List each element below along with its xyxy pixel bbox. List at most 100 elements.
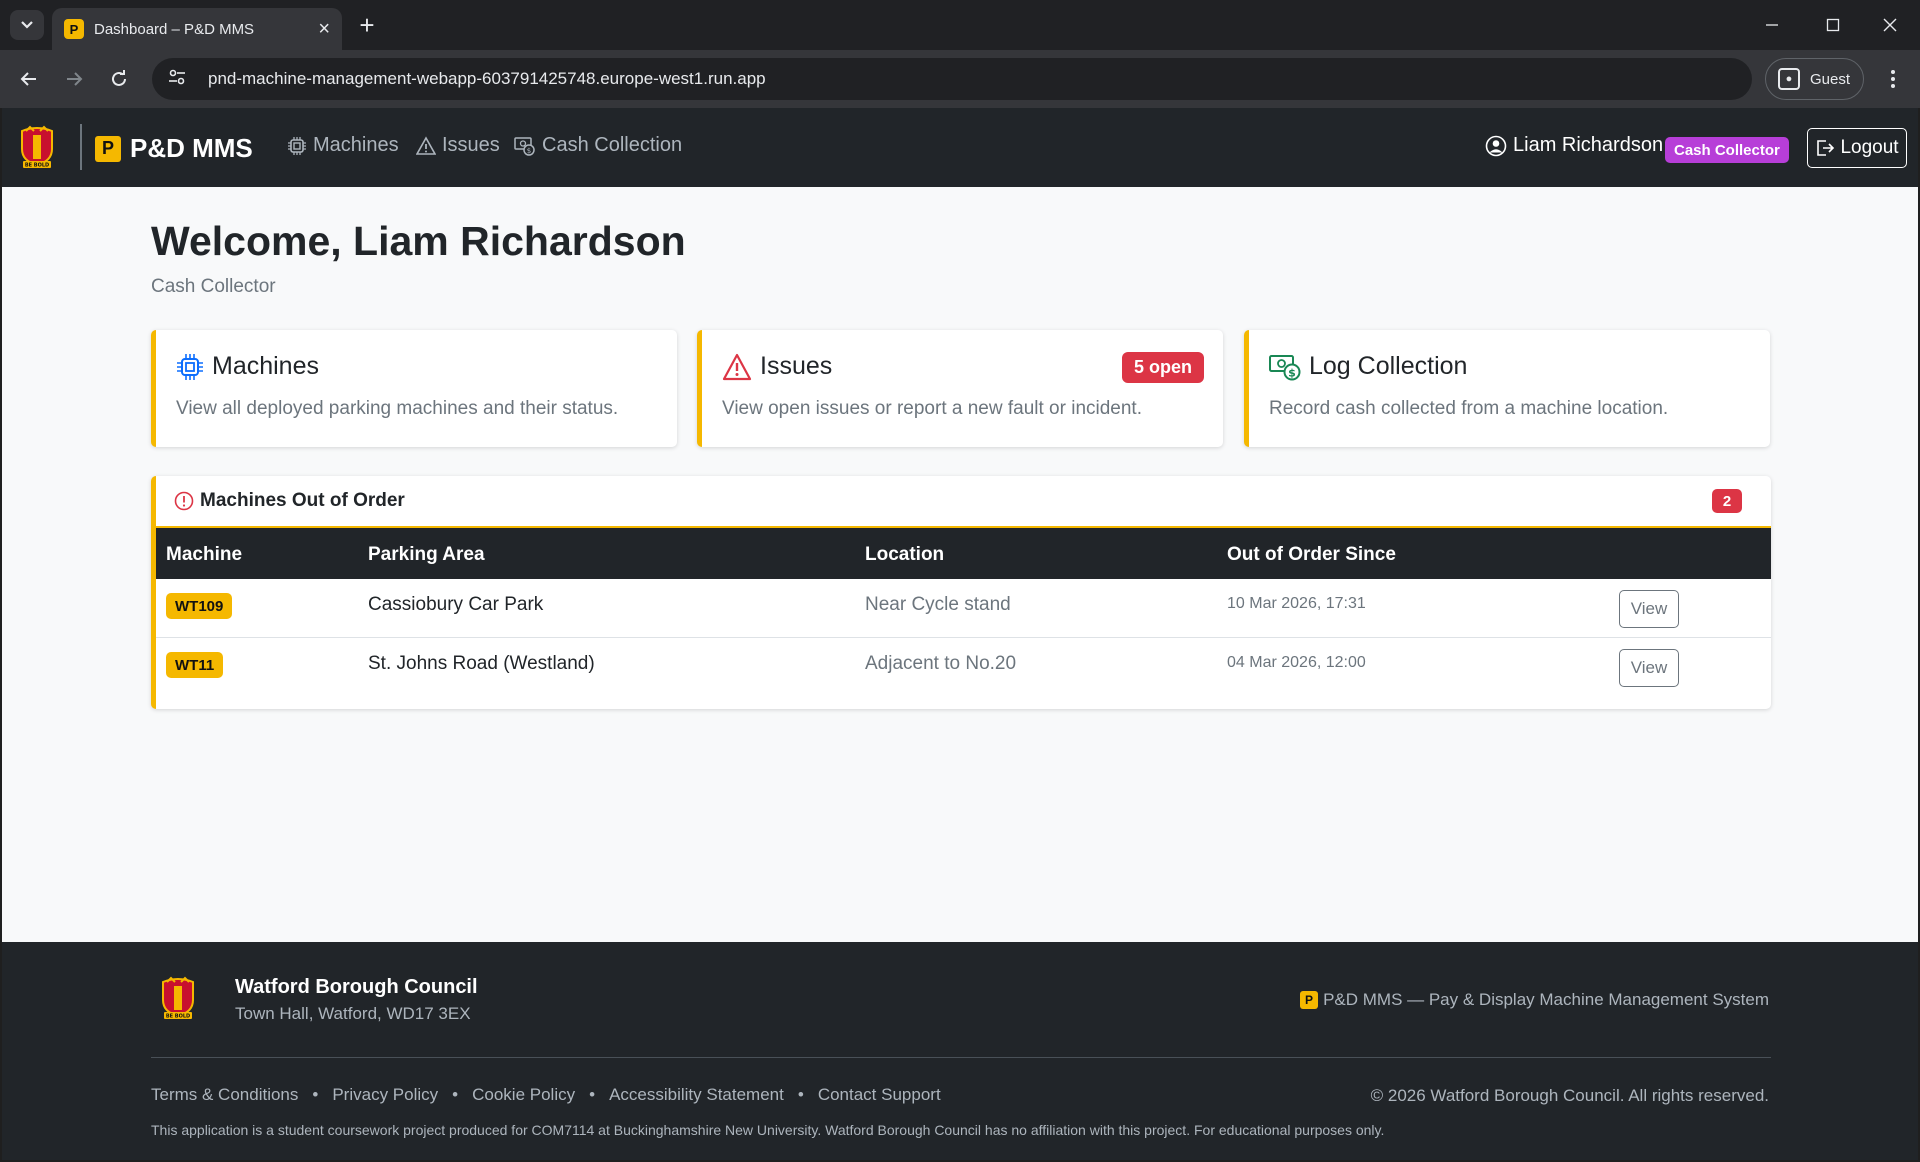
council-crest-logo: BE BOLD bbox=[162, 976, 194, 1020]
back-button[interactable] bbox=[12, 62, 46, 96]
column-header: Parking Area bbox=[368, 544, 485, 565]
view-button[interactable]: View bbox=[1619, 590, 1679, 628]
logout-label: Logout bbox=[1840, 137, 1899, 158]
browser-tab-active[interactable]: P Dashboard – P&D MMS × bbox=[52, 8, 342, 50]
cash-icon: $ bbox=[514, 136, 535, 156]
open-issues-badge: 5 open bbox=[1121, 352, 1204, 383]
footer-org-name: Watford Borough Council bbox=[235, 976, 478, 998]
footer-app-label: P&D MMS — Pay & Display Machine Manageme… bbox=[1323, 990, 1769, 1009]
footer-disclaimer: This application is a student coursework… bbox=[151, 1122, 1385, 1138]
site-info-icon[interactable] bbox=[168, 69, 194, 90]
brand-link[interactable]: P P&D MMS bbox=[95, 133, 253, 164]
user-name: Liam Richardson bbox=[1513, 134, 1664, 156]
nav-link-label: Machines bbox=[313, 134, 399, 156]
panel-header: Machines Out of Order bbox=[156, 476, 1771, 528]
table-row: WT11 St. Johns Road (Westland) Adjacent … bbox=[156, 638, 1771, 697]
page-footer: BE BOLD Watford Borough Council Town Hal… bbox=[2, 942, 1918, 1160]
footer-separator: • bbox=[452, 1085, 459, 1104]
out-of-order-count-badge: 2 bbox=[1712, 489, 1742, 513]
svg-text:$: $ bbox=[527, 147, 531, 155]
footer-link-contact[interactable]: Contact Support bbox=[818, 1085, 941, 1105]
forward-button[interactable] bbox=[57, 62, 91, 96]
profile-button[interactable]: ● Guest bbox=[1765, 58, 1864, 100]
window-close-button[interactable] bbox=[1870, 10, 1910, 40]
table-row: WT109 Cassiobury Car Park Near Cycle sta… bbox=[156, 579, 1771, 638]
profile-label: Guest bbox=[1810, 70, 1851, 88]
view-button[interactable]: View bbox=[1619, 649, 1679, 687]
close-icon bbox=[1883, 18, 1897, 32]
new-tab-button[interactable]: + bbox=[352, 10, 382, 40]
footer-link-accessibility[interactable]: Accessibility Statement bbox=[609, 1085, 784, 1105]
forward-arrow-icon bbox=[67, 72, 83, 86]
footer-copyright: © 2026 Watford Borough Council. All righ… bbox=[1370, 1086, 1769, 1105]
footer-separator: • bbox=[589, 1085, 596, 1104]
card-machines[interactable]: Machines View all deployed parking machi… bbox=[151, 330, 677, 447]
maximize-icon bbox=[1826, 18, 1840, 32]
card-description: View all deployed parking machines and t… bbox=[176, 398, 619, 419]
brand-divider bbox=[80, 124, 82, 170]
warning-icon bbox=[416, 135, 436, 155]
footer-separator: • bbox=[797, 1085, 804, 1104]
browser-menu-button[interactable] bbox=[1878, 62, 1908, 96]
machine-badge: WT109 bbox=[166, 593, 233, 619]
browser-tabstrip: P Dashboard – P&D MMS × + bbox=[0, 0, 1920, 50]
browser-toolbar: pnd-machine-management-webapp-6037914257… bbox=[0, 50, 1920, 108]
logout-button[interactable]: Logout bbox=[1807, 128, 1907, 168]
out-of-order-since-cell: 10 Mar 2026, 17:31 bbox=[1227, 595, 1366, 612]
close-icon[interactable]: × bbox=[318, 19, 330, 39]
maximize-button[interactable] bbox=[1813, 10, 1853, 40]
chevron-down-icon bbox=[21, 21, 33, 29]
minimize-icon bbox=[1766, 24, 1778, 26]
card-title: Log Collection bbox=[1309, 352, 1468, 380]
footer-link-privacy[interactable]: Privacy Policy bbox=[332, 1085, 438, 1105]
nav-link-cash-collection[interactable]: $ Cash Collection bbox=[514, 134, 682, 157]
parking-area-cell: Cassiobury Car Park bbox=[368, 594, 544, 615]
card-log-collection[interactable]: $ Log Collection Record cash collected f… bbox=[1244, 330, 1770, 447]
back-arrow-icon bbox=[20, 72, 36, 86]
footer-links: Terms & Conditions • Privacy Policy • Co… bbox=[151, 1085, 941, 1105]
location-cell: Near Cycle stand bbox=[865, 594, 1011, 615]
nav-link-issues[interactable]: Issues bbox=[416, 134, 500, 157]
user-circle-icon bbox=[1485, 135, 1507, 156]
chip-icon bbox=[288, 136, 306, 155]
footer-link-terms[interactable]: Terms & Conditions bbox=[151, 1085, 298, 1105]
column-header: Out of Order Since bbox=[1227, 544, 1396, 565]
page-title: Welcome, Liam Richardson bbox=[151, 218, 686, 264]
brand-name: P&D MMS bbox=[130, 133, 253, 163]
reload-icon bbox=[112, 70, 126, 86]
machine-badge: WT11 bbox=[166, 652, 224, 678]
nav-link-machines[interactable]: Machines bbox=[287, 134, 399, 157]
panel-title: Machines Out of Order bbox=[200, 490, 405, 511]
parking-icon: P bbox=[1300, 991, 1319, 1009]
parking-icon: P bbox=[95, 135, 121, 162]
alert-circle-icon bbox=[174, 491, 194, 511]
role-badge: Cash Collector bbox=[1665, 137, 1789, 163]
warning-icon bbox=[722, 353, 752, 380]
page-subtitle: Cash Collector bbox=[151, 276, 276, 297]
footer-link-cookie[interactable]: Cookie Policy bbox=[472, 1085, 575, 1105]
url-text: pnd-machine-management-webapp-6037914257… bbox=[208, 69, 766, 88]
parking-area-cell: St. Johns Road (Westland) bbox=[368, 653, 595, 674]
footer-address: Town Hall, Watford, WD17 3EX bbox=[235, 1004, 471, 1023]
cash-icon: $ bbox=[1269, 354, 1301, 380]
user-menu[interactable]: Liam Richardson bbox=[1485, 134, 1663, 157]
app-navbar: BE BOLD P P&D MMS Machines Issues $ Cash… bbox=[2, 108, 1918, 187]
favicon-icon: P bbox=[64, 19, 84, 39]
card-title: Issues bbox=[760, 352, 833, 380]
card-description: View open issues or report a new fault o… bbox=[722, 398, 1142, 419]
logout-icon bbox=[1817, 140, 1835, 156]
minimize-button[interactable] bbox=[1752, 10, 1792, 40]
page-viewport: BE BOLD P P&D MMS Machines Issues $ Cash… bbox=[2, 108, 1918, 1160]
address-bar[interactable]: pnd-machine-management-webapp-6037914257… bbox=[152, 58, 1752, 100]
nav-link-label: Cash Collection bbox=[542, 134, 683, 156]
crest-motto: BE BOLD bbox=[166, 1014, 190, 1020]
out-of-order-since-cell: 04 Mar 2026, 12:00 bbox=[1227, 654, 1366, 671]
reload-button[interactable] bbox=[102, 62, 136, 96]
card-issues[interactable]: Issues 5 open View open issues or report… bbox=[697, 330, 1223, 447]
tab-title: Dashboard – P&D MMS bbox=[94, 20, 255, 38]
tab-search-button[interactable] bbox=[10, 10, 44, 40]
council-crest-logo[interactable]: BE BOLD bbox=[16, 125, 58, 169]
column-header: Location bbox=[865, 544, 945, 565]
out-of-order-panel: Machines Out of Order 2 Machine Parking … bbox=[151, 476, 1771, 709]
svg-text:$: $ bbox=[1288, 366, 1296, 379]
